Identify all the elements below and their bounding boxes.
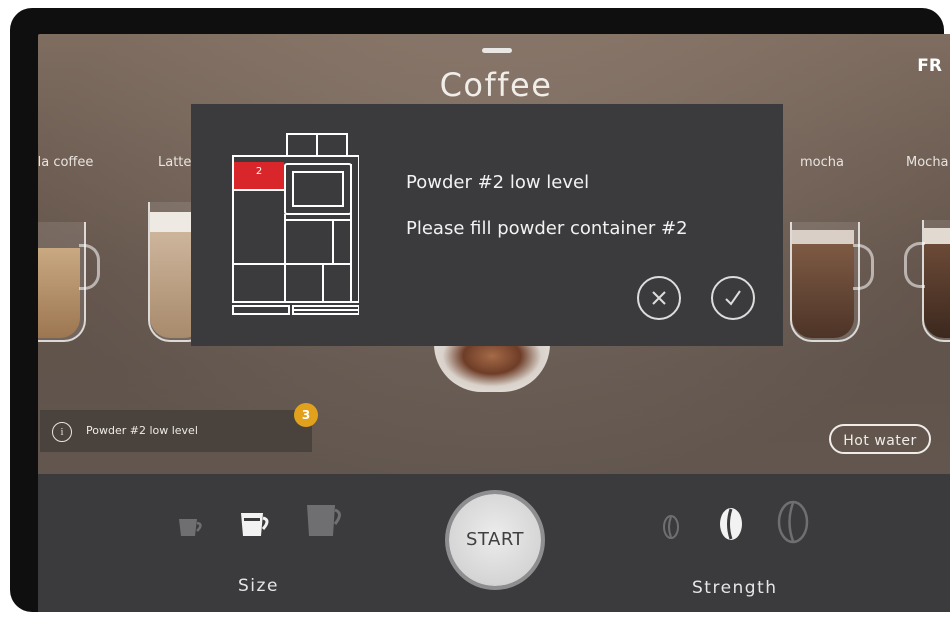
dialog-title: Powder #2 low level — [406, 172, 590, 193]
confirm-button[interactable] — [711, 276, 755, 320]
coffee-bean-strong-icon[interactable] — [776, 500, 810, 544]
start-button[interactable]: START — [449, 494, 541, 586]
cancel-x-icon — [652, 291, 666, 305]
drink-label-partial-right[interactable]: Mocha — [906, 155, 949, 170]
cup-small-icon[interactable] — [176, 516, 206, 540]
cup-foam — [924, 228, 950, 244]
powder-container-number: 2 — [256, 166, 262, 177]
cup-foam — [792, 230, 854, 244]
dismiss-button[interactable] — [637, 276, 681, 320]
cup-liquid — [38, 248, 80, 338]
confirm-check-icon — [725, 290, 741, 306]
low-powder-dialog: 2 Powder #2 low level Please fill powder… — [191, 104, 783, 346]
strength-label: Strength — [692, 578, 778, 598]
dialog-message: Please fill powder container #2 — [406, 218, 688, 239]
coffee-bean-mild-icon[interactable] — [662, 514, 680, 540]
drink-cup-mocha[interactable] — [790, 222, 874, 342]
language-switch[interactable]: FR — [917, 56, 942, 76]
notification-bar[interactable]: i Powder #2 low level — [40, 410, 312, 452]
coffee-machine-icon: 2 — [232, 133, 359, 315]
hot-water-button[interactable]: Hot water — [829, 424, 931, 454]
page-title: Coffee — [439, 66, 553, 104]
cup-handle — [853, 244, 874, 290]
drink-cup-partial-right[interactable] — [904, 220, 950, 342]
drink-cup-partial-left[interactable] — [38, 222, 100, 342]
notification-count-badge[interactable]: 3 — [294, 403, 318, 427]
notification-text: Powder #2 low level — [86, 424, 198, 437]
control-bar: Size START Strength — [38, 474, 950, 612]
info-icon: i — [52, 422, 72, 442]
cup-liquid — [792, 244, 854, 338]
drink-label-latte[interactable]: Latte — [158, 155, 191, 170]
cup-medium-icon[interactable] — [238, 510, 272, 540]
cup-liquid — [924, 244, 950, 338]
cup-handle — [904, 242, 925, 288]
coffee-bean-medium-icon[interactable] — [718, 506, 744, 542]
cup-handle — [79, 244, 100, 290]
size-label: Size — [238, 576, 279, 596]
cup-large-icon[interactable] — [304, 502, 346, 540]
drink-label-partial-left[interactable]: lla coffee — [38, 155, 93, 170]
pull-down-handle[interactable] — [482, 48, 512, 53]
drink-label-mocha[interactable]: mocha — [800, 155, 844, 170]
